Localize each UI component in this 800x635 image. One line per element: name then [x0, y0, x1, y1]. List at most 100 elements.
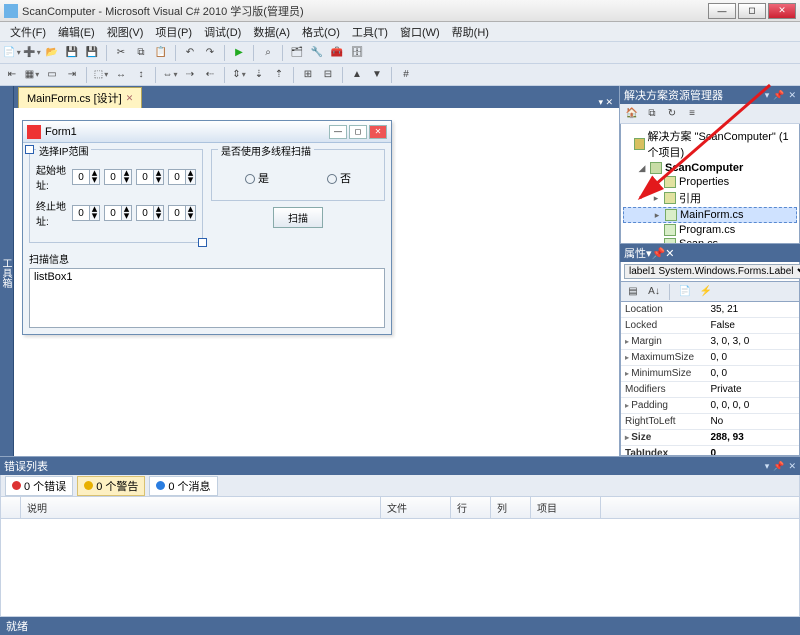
err-col-0[interactable] — [1, 497, 21, 518]
center-h-button[interactable]: ⊞ — [299, 66, 317, 84]
vspacing-dec-button[interactable]: ⇡ — [270, 66, 288, 84]
undo-button[interactable]: ↶ — [181, 44, 199, 62]
panel-dropdown-icon[interactable]: ▾ — [765, 90, 770, 101]
radio-yes[interactable]: 是 — [245, 170, 269, 186]
node-properties[interactable]: ▸Properties — [623, 175, 797, 189]
properties-button[interactable]: 🔧 — [308, 44, 326, 62]
tab-overflow-button[interactable]: ▾ ✕ — [592, 97, 619, 108]
menu-tools[interactable]: 工具(T) — [346, 22, 394, 42]
err-col-4[interactable]: 列 — [491, 497, 531, 518]
align-left-button[interactable]: ⇤ — [3, 66, 21, 84]
groupbox-ip-range[interactable]: 选择IP范围 起始地址: ▴▾ ▴▾ ▴▾ ▴▾ 终止地址: — [29, 149, 203, 243]
node-scan[interactable]: Scan.cs — [623, 237, 797, 244]
redo-button[interactable]: ↷ — [201, 44, 219, 62]
prop-alpha-icon[interactable]: A↓ — [645, 283, 663, 301]
data-sources-button[interactable]: 🗄 — [348, 44, 366, 62]
open-button[interactable]: 📂 — [43, 44, 61, 62]
form-close-button[interactable]: ✕ — [369, 125, 387, 139]
panel-pin-icon[interactable]: 📌 — [773, 90, 784, 101]
node-program[interactable]: Program.cs — [623, 223, 797, 237]
tab-order-button[interactable]: # — [397, 66, 415, 84]
toolbox-strip[interactable]: 工具箱 — [0, 86, 14, 456]
prop-pin-icon[interactable]: 📌 — [652, 247, 666, 260]
start-ip-3[interactable]: ▴▾ — [136, 169, 164, 185]
copy-button[interactable]: ⧉ — [132, 44, 150, 62]
err-col-1[interactable]: 说明 — [21, 497, 381, 518]
align-right-button[interactable]: ⇥ — [63, 66, 81, 84]
scan-button[interactable]: 扫描 — [273, 207, 323, 228]
err-dropdown-icon[interactable]: ▾ — [765, 461, 770, 472]
form-min-button[interactable]: — — [329, 125, 347, 139]
menu-edit[interactable]: 编辑(E) — [52, 22, 101, 42]
menu-data[interactable]: 数据(A) — [247, 22, 296, 42]
center-v-button[interactable]: ⊟ — [319, 66, 337, 84]
menu-debug[interactable]: 调试(D) — [198, 22, 247, 42]
start-ip-1[interactable]: ▴▾ — [72, 169, 100, 185]
prop-props-icon[interactable]: 📄 — [676, 283, 694, 301]
menu-file[interactable]: 文件(F) — [4, 22, 52, 42]
find-button[interactable]: ⌕ — [259, 44, 277, 62]
groupbox-thread[interactable]: 是否使用多线程扫描 是 否 — [211, 149, 385, 201]
soln-properties-icon[interactable]: 🏠 — [623, 105, 641, 123]
prop-categorized-icon[interactable]: ▤ — [624, 283, 642, 301]
prop-row-tabindex[interactable]: TabIndex0 — [621, 446, 799, 457]
node-mainform[interactable]: ▸MainForm.cs — [623, 207, 797, 223]
hspacing-dec-button[interactable]: ⇠ — [201, 66, 219, 84]
node-solution[interactable]: 解决方案 "ScanComputer" (1 个项目) — [623, 127, 797, 161]
err-close-icon[interactable]: ✕ — [788, 461, 796, 472]
prop-row-maximumsize[interactable]: MaximumSize0, 0 — [621, 350, 799, 366]
design-surface[interactable]: Form1 — ◻ ✕ 选择IP范围 起始地址: ▴▾ — [14, 108, 619, 456]
bring-front-button[interactable]: ▲ — [348, 66, 366, 84]
save-button[interactable]: 💾 — [63, 44, 81, 62]
soln-showall-icon[interactable]: ⧉ — [643, 105, 661, 123]
same-height-button[interactable]: ↕ — [132, 66, 150, 84]
hspacing-inc-button[interactable]: ⇢ — [181, 66, 199, 84]
soln-refresh-icon[interactable]: ↻ — [663, 105, 681, 123]
align-group-button[interactable]: ▦ — [23, 66, 41, 84]
prop-row-size[interactable]: Size288, 93 — [621, 430, 799, 446]
add-item-button[interactable]: ➕ — [23, 44, 41, 62]
prop-row-margin[interactable]: Margin3, 0, 3, 0 — [621, 334, 799, 350]
hspacing-button[interactable]: ⇔ — [161, 66, 179, 84]
node-references[interactable]: ▸引用 — [623, 189, 797, 207]
solution-explorer-button[interactable]: 🗂 — [288, 44, 306, 62]
err-col-2[interactable]: 文件 — [381, 497, 451, 518]
prop-row-righttoleft[interactable]: RightToLeftNo — [621, 414, 799, 430]
prop-row-padding[interactable]: Padding0, 0, 0, 0 — [621, 398, 799, 414]
property-object-selector[interactable]: label1 System.Windows.Forms.Label — [620, 262, 800, 282]
prop-events-icon[interactable]: ⚡ — [697, 283, 715, 301]
panel-close-icon[interactable]: ✕ — [788, 90, 796, 101]
prop-row-location[interactable]: Location35, 21 — [621, 302, 799, 318]
menu-format[interactable]: 格式(O) — [296, 22, 346, 42]
end-ip-2[interactable]: ▴▾ — [104, 205, 132, 221]
align-center-button[interactable]: ▭ — [43, 66, 61, 84]
menu-view[interactable]: 视图(V) — [101, 22, 150, 42]
soln-viewcode-icon[interactable]: ≡ — [683, 105, 701, 123]
prop-close-icon[interactable]: ✕ — [665, 247, 674, 260]
start-ip-2[interactable]: ▴▾ — [104, 169, 132, 185]
prop-row-minimumsize[interactable]: MinimumSize0, 0 — [621, 366, 799, 382]
menu-project[interactable]: 项目(P) — [149, 22, 198, 42]
menu-window[interactable]: 窗口(W) — [394, 22, 446, 42]
end-ip-3[interactable]: ▴▾ — [136, 205, 164, 221]
start-debug-button[interactable]: ▶ — [230, 44, 248, 62]
errors-filter[interactable]: 0 个错误 — [5, 476, 73, 496]
size-group-button[interactable]: ⬚ — [92, 66, 110, 84]
prop-row-locked[interactable]: LockedFalse — [621, 318, 799, 334]
error-grid[interactable]: 说明文件行列项目 — [0, 497, 800, 617]
node-project[interactable]: ◢ScanComputer — [623, 161, 797, 175]
new-project-button[interactable]: 📄 — [3, 44, 21, 62]
property-grid[interactable]: Location35, 21LockedFalseMargin3, 0, 3, … — [620, 302, 800, 456]
vspacing-inc-button[interactable]: ⇣ — [250, 66, 268, 84]
form-window[interactable]: Form1 — ◻ ✕ 选择IP范围 起始地址: ▴▾ — [22, 120, 392, 335]
tab-mainform-design[interactable]: MainForm.cs [设计] ✕ — [18, 87, 142, 108]
vspacing-button[interactable]: ⇕ — [230, 66, 248, 84]
same-width-button[interactable]: ↔ — [112, 66, 130, 84]
tab-close-icon[interactable]: ✕ — [126, 93, 134, 104]
prop-row-modifiers[interactable]: ModifiersPrivate — [621, 382, 799, 398]
end-ip-1[interactable]: ▴▾ — [72, 205, 100, 221]
listbox-scan-results[interactable]: listBox1 — [29, 268, 385, 328]
menu-help[interactable]: 帮助(H) — [446, 22, 495, 42]
paste-button[interactable]: 📋 — [152, 44, 170, 62]
err-col-3[interactable]: 行 — [451, 497, 491, 518]
